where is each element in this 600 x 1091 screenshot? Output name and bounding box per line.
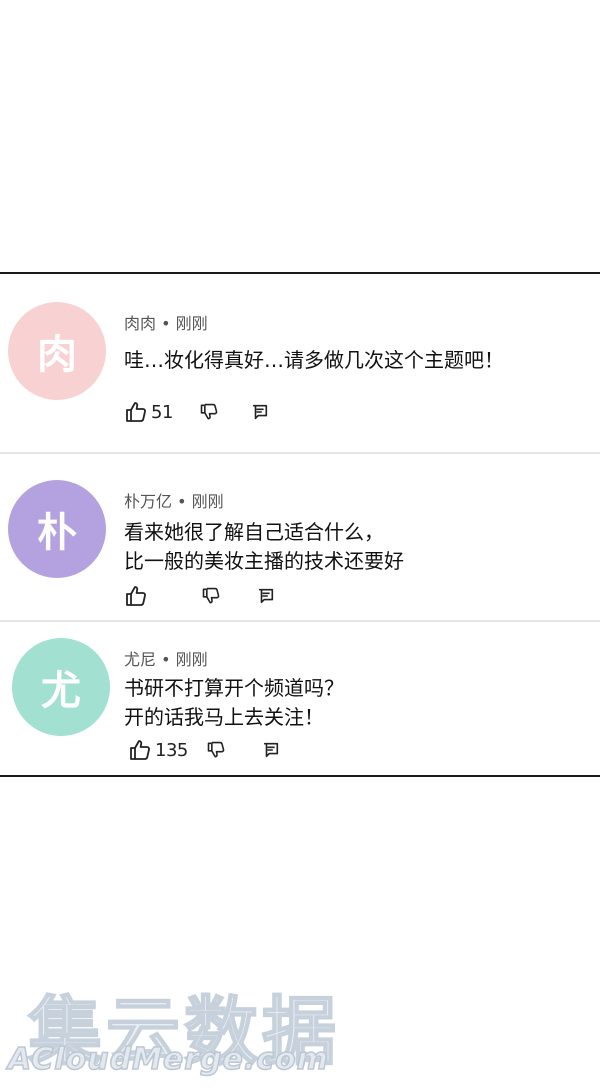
dislike-button[interactable] [206, 740, 226, 760]
avatar[interactable]: 肉 [8, 302, 106, 400]
dislike-button[interactable] [199, 402, 219, 422]
reply-button[interactable] [251, 403, 269, 421]
dislike-button[interactable] [201, 586, 221, 606]
comment-text: 看来她很了解自己适合什么， 比一般的美妆主播的技术还要好 [124, 518, 404, 576]
comment-line: 开的话我马上去关注！ [124, 705, 324, 729]
like-button[interactable]: 135 [128, 738, 188, 762]
comment-line: 哇…妆化得真好…请多做几次这个主题吧！ [124, 348, 504, 372]
comment-meta: 肉肉 • 刚刚 [124, 314, 208, 333]
comment-item: 肉 肉肉 • 刚刚 哇…妆化得真好…请多做几次这个主题吧！ 51 [0, 274, 600, 452]
comment-line: 看来她很了解自己适合什么， [124, 520, 384, 544]
comment-meta: 尤尼 • 刚刚 [124, 650, 208, 669]
reply-button[interactable] [257, 587, 275, 605]
reply-icon [257, 587, 275, 605]
comment-meta: 朴万亿 • 刚刚 [124, 492, 224, 511]
reply-button[interactable] [262, 741, 280, 759]
avatar[interactable]: 尤 [12, 638, 110, 736]
like-count: 135 [155, 739, 188, 761]
comment-actions: 51 [124, 400, 269, 424]
comment-text: 书研不打算开个频道吗？ 开的话我马上去关注！ [124, 674, 344, 732]
thumbs-up-icon [128, 738, 152, 762]
comment-line: 书研不打算开个频道吗？ [124, 676, 344, 700]
comment-actions [124, 584, 275, 608]
thumbs-down-icon [199, 402, 219, 422]
like-button[interactable] [124, 584, 151, 608]
reply-icon [262, 741, 280, 759]
reply-icon [251, 403, 269, 421]
thumbs-down-icon [201, 586, 221, 606]
watermark-english: ACloudMerge.com [7, 1041, 329, 1078]
comment-item: 尤 尤尼 • 刚刚 书研不打算开个频道吗？ 开的话我马上去关注！ 135 [0, 622, 600, 775]
comment-actions: 135 [128, 738, 280, 762]
comment-line: 比一般的美妆主播的技术还要好 [124, 549, 404, 573]
thumbs-up-icon [124, 584, 148, 608]
thumbs-down-icon [206, 740, 226, 760]
comments-panel: 肉 肉肉 • 刚刚 哇…妆化得真好…请多做几次这个主题吧！ 51 朴 朴万亿 •… [0, 272, 600, 777]
avatar[interactable]: 朴 [8, 480, 106, 578]
thumbs-up-icon [124, 400, 148, 424]
comment-item: 朴 朴万亿 • 刚刚 看来她很了解自己适合什么， 比一般的美妆主播的技术还要好 [0, 454, 600, 620]
comment-text: 哇…妆化得真好…请多做几次这个主题吧！ [124, 346, 504, 375]
like-count: 51 [151, 401, 173, 423]
watermark: 集云数据 ACloudMerge.com [0, 960, 340, 1090]
like-button[interactable]: 51 [124, 400, 173, 424]
